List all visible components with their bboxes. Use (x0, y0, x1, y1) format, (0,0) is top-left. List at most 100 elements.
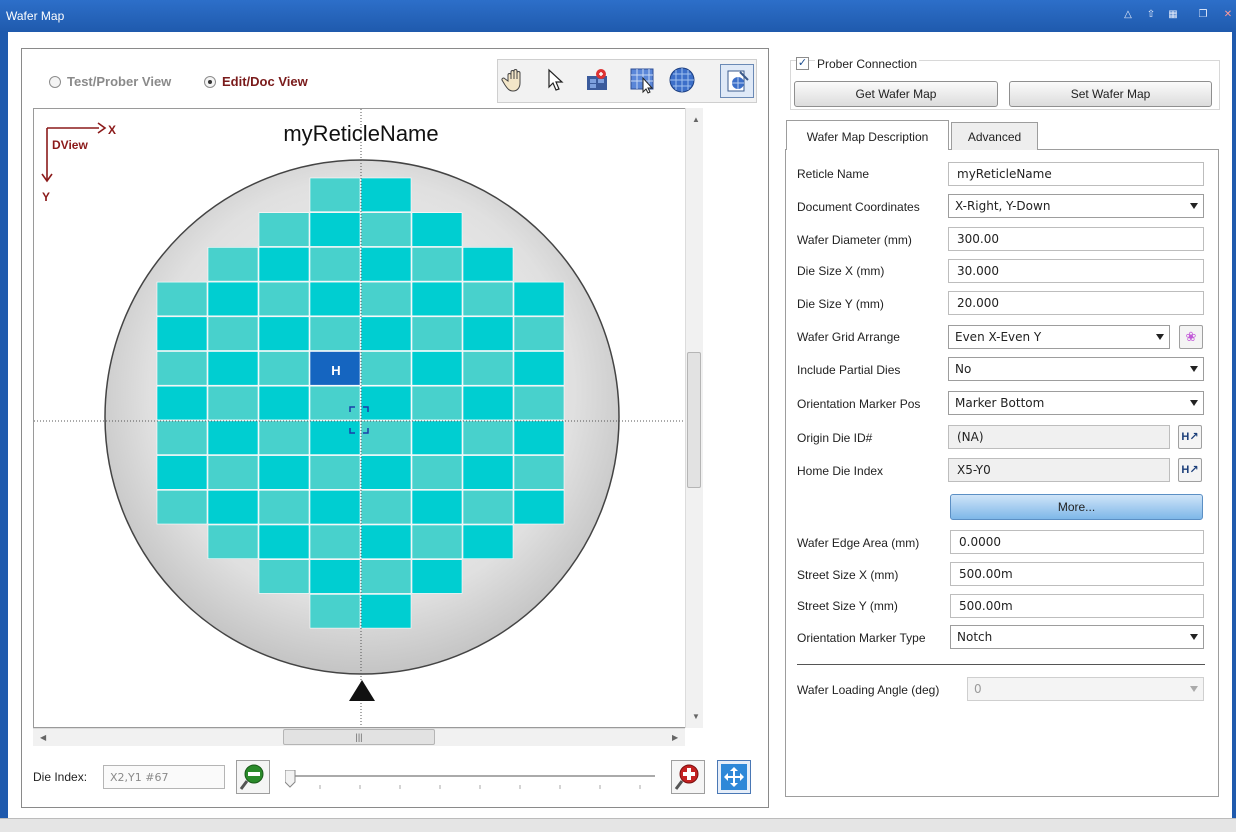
wafer-map-canvas[interactable]: X Y DView myReticleName H (33, 108, 703, 728)
select-region-icon[interactable] (629, 66, 657, 94)
die[interactable] (411, 559, 463, 594)
die[interactable] (309, 316, 361, 351)
pin-icon[interactable]: △ (1122, 9, 1134, 21)
zoom-slider[interactable] (284, 769, 657, 790)
partial-dies-select[interactable]: No (948, 357, 1204, 381)
die[interactable] (411, 489, 463, 525)
die[interactable] (207, 524, 259, 560)
die[interactable] (207, 351, 259, 386)
die[interactable] (360, 247, 412, 282)
tab-advanced[interactable]: Advanced (951, 122, 1038, 150)
die[interactable] (207, 316, 259, 351)
die[interactable] (513, 281, 565, 317)
upload-icon[interactable]: ⇧ (1145, 9, 1157, 21)
die[interactable] (309, 559, 361, 594)
color-die-icon[interactable] (584, 66, 612, 94)
die[interactable] (258, 420, 310, 455)
die[interactable] (411, 455, 463, 490)
set-wafer-map-button[interactable]: Set Wafer Map (1009, 81, 1212, 107)
die[interactable] (258, 559, 310, 594)
die[interactable] (513, 489, 565, 525)
pointer-icon[interactable] (541, 66, 569, 94)
marker-type-select[interactable]: Notch (950, 625, 1204, 649)
die[interactable] (462, 489, 514, 525)
street-y-field[interactable]: 500.00m (950, 594, 1204, 618)
die[interactable] (156, 420, 208, 455)
die[interactable] (411, 351, 463, 386)
close-icon[interactable]: ✕ (1222, 9, 1234, 21)
hand-icon[interactable] (500, 66, 528, 94)
die[interactable] (309, 524, 361, 560)
die[interactable] (309, 420, 361, 455)
die[interactable] (156, 316, 208, 351)
die[interactable] (360, 316, 412, 351)
grid-arrange-settings-button[interactable]: ❀ (1179, 325, 1203, 349)
restore-icon[interactable]: ❐ (1197, 9, 1209, 21)
die[interactable] (207, 281, 259, 317)
fit-view-button[interactable] (717, 760, 751, 794)
die[interactable] (156, 455, 208, 490)
grid-icon[interactable]: ▦ (1167, 9, 1179, 21)
die[interactable] (258, 385, 310, 421)
export-doc-icon[interactable] (720, 64, 754, 98)
die[interactable] (207, 489, 259, 525)
die[interactable] (207, 420, 259, 455)
more-button[interactable]: More... (950, 494, 1203, 520)
die[interactable] (207, 247, 259, 282)
die[interactable] (309, 281, 361, 317)
scroll-right-icon[interactable]: ▶ (672, 733, 678, 742)
edge-area-field[interactable]: 0.0000 (950, 530, 1204, 554)
die[interactable] (258, 212, 310, 247)
die[interactable] (309, 247, 361, 282)
scroll-down-icon[interactable]: ▼ (692, 712, 700, 721)
die[interactable] (258, 524, 310, 560)
scroll-left-icon[interactable]: ◀ (40, 733, 46, 742)
die[interactable] (360, 489, 412, 525)
die[interactable] (258, 281, 310, 317)
die[interactable] (462, 247, 514, 282)
prober-connection-checkbox[interactable]: ✓ (796, 57, 809, 70)
die[interactable] (360, 455, 412, 490)
die[interactable] (360, 524, 412, 560)
die[interactable] (360, 177, 412, 213)
die-size-x-field[interactable]: 30.000 (948, 259, 1204, 283)
die[interactable] (258, 247, 310, 282)
die[interactable] (411, 385, 463, 421)
die[interactable] (309, 455, 361, 490)
die[interactable] (360, 559, 412, 594)
die[interactable] (411, 281, 463, 317)
die[interactable] (462, 420, 514, 455)
die[interactable] (309, 594, 361, 629)
doc-coords-select[interactable]: X-Right, Y-Down (948, 194, 1204, 218)
die[interactable] (207, 385, 259, 421)
die[interactable] (309, 212, 361, 247)
die[interactable] (309, 177, 361, 213)
die[interactable] (360, 212, 412, 247)
die[interactable] (462, 524, 514, 560)
die[interactable] (360, 281, 412, 317)
radio-test-prober[interactable] (49, 75, 61, 88)
die[interactable] (513, 385, 565, 421)
die[interactable] (411, 247, 463, 282)
die[interactable] (360, 594, 412, 629)
die-index-field[interactable]: X2,Y1 #67 (103, 765, 225, 789)
die[interactable] (411, 212, 463, 247)
die[interactable] (462, 316, 514, 351)
die[interactable] (309, 385, 361, 421)
grid-arrange-select[interactable]: Even X-Even Y (948, 325, 1170, 349)
marker-pos-select[interactable]: Marker Bottom (948, 391, 1204, 415)
die[interactable] (411, 420, 463, 455)
die[interactable] (156, 281, 208, 317)
test-prober-view-option[interactable]: Test/Prober View (49, 74, 171, 89)
tab-wafer-map-description[interactable]: Wafer Map Description (786, 120, 949, 150)
die[interactable] (258, 316, 310, 351)
horizontal-scroll-thumb[interactable]: ||| (283, 729, 435, 745)
pick-origin-die-button[interactable]: H↗ (1178, 425, 1202, 449)
die[interactable] (156, 489, 208, 525)
die[interactable] (309, 489, 361, 525)
die[interactable] (360, 351, 412, 386)
die[interactable] (207, 455, 259, 490)
die-size-y-field[interactable]: 20.000 (948, 291, 1204, 315)
pick-home-die-button[interactable]: H↗ (1178, 458, 1202, 482)
street-x-field[interactable]: 500.00m (950, 562, 1204, 586)
